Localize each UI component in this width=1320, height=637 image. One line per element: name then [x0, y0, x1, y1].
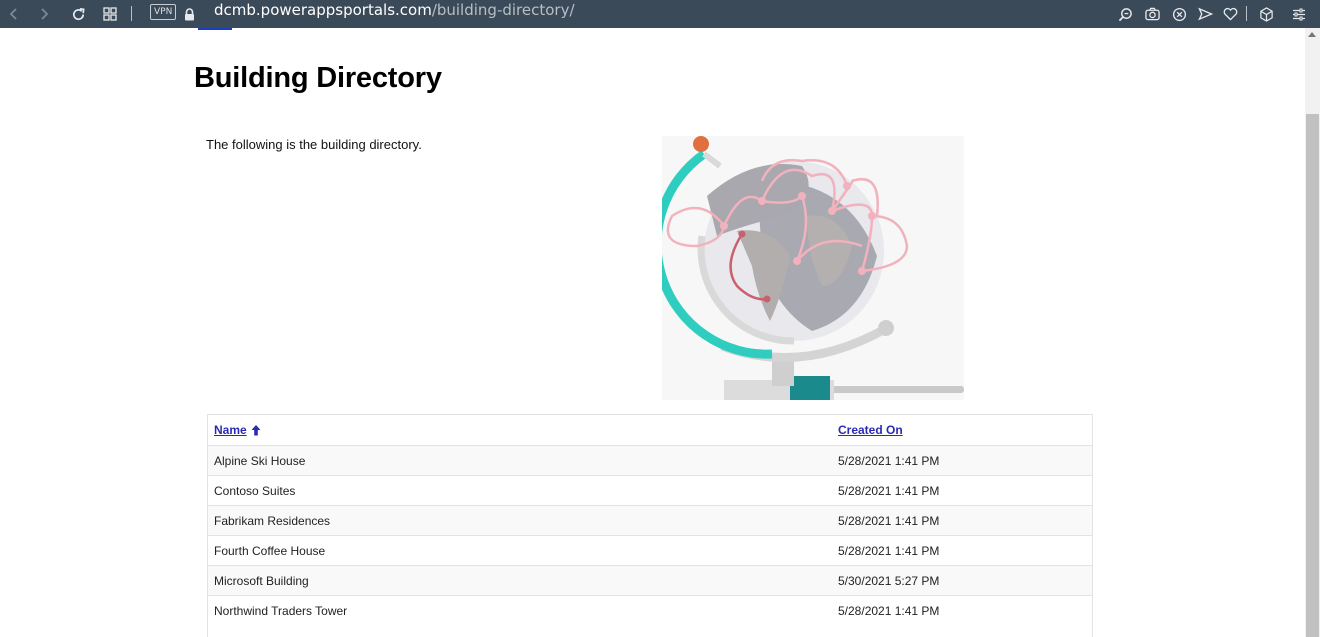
back-icon[interactable]	[6, 0, 22, 28]
menu-sliders-icon[interactable]	[1290, 0, 1308, 28]
table-row[interactable]: Contoso Suites 5/28/2021 1:41 PM	[208, 476, 1092, 506]
url-domain: dcmb.powerappsportals.com	[214, 1, 432, 19]
scrollbar-thumb[interactable]	[1306, 114, 1319, 637]
table-row[interactable]: Fabrikam Residences 5/28/2021 1:41 PM	[208, 506, 1092, 536]
building-directory-table: Name Created On Alpine Ski House 5/28/20…	[207, 414, 1093, 637]
row-name: Fourth Coffee House	[214, 544, 326, 558]
reload-icon[interactable]	[69, 0, 87, 28]
url-path: /building-directory/	[431, 1, 575, 19]
breadcrumb-home-link[interactable]	[198, 28, 232, 30]
created-on-column-header[interactable]: Created On	[838, 415, 903, 445]
box-icon[interactable]	[1257, 0, 1275, 28]
table-row[interactable]: Alpine Ski House 5/28/2021 1:41 PM	[208, 446, 1092, 476]
tab-grid-icon[interactable]	[101, 0, 119, 28]
browser-toolbar: VPN dcmb.powerappsportals.com/building-d…	[0, 0, 1320, 28]
row-name: Alpine Ski House	[214, 454, 306, 468]
toolbar-separator	[1246, 6, 1247, 21]
page-title: Building Directory	[194, 62, 442, 94]
camera-icon[interactable]	[1143, 0, 1161, 28]
row-name: Fabrikam Residences	[214, 514, 331, 528]
address-bar[interactable]: dcmb.powerappsportals.com/building-direc…	[214, 0, 575, 28]
forward-icon[interactable]	[36, 0, 52, 28]
vpn-badge[interactable]: VPN	[150, 4, 177, 20]
row-created-on: 5/28/2021 1:41 PM	[838, 484, 940, 498]
table-row[interactable]: Microsoft Building 5/30/2021 5:27 PM	[208, 566, 1092, 596]
table-row[interactable]: Northwind Traders Tower 5/28/2021 1:41 P…	[208, 596, 1092, 626]
block-icon[interactable]	[1170, 0, 1188, 28]
row-created-on: 5/28/2021 1:41 PM	[838, 454, 940, 468]
table-row[interactable]: Fourth Coffee House 5/28/2021 1:41 PM	[208, 536, 1092, 566]
name-column-header[interactable]: Name	[214, 415, 261, 447]
scroll-up-arrow-icon[interactable]	[1308, 32, 1316, 37]
table-header-row: Name Created On	[208, 415, 1092, 446]
intro-text: The following is the building directory.	[206, 137, 422, 152]
vertical-scrollbar[interactable]	[1305, 28, 1320, 637]
send-icon[interactable]	[1196, 0, 1214, 28]
row-name: Northwind Traders Tower	[214, 604, 348, 618]
globe-illustration	[652, 136, 964, 400]
search-zoom-icon[interactable]	[1116, 0, 1134, 28]
sort-ascending-arrow-icon[interactable]	[251, 417, 261, 447]
heart-icon[interactable]	[1221, 0, 1239, 28]
toolbar-separator	[131, 6, 132, 21]
name-sort-link[interactable]: Name	[214, 423, 247, 437]
row-created-on: 5/28/2021 1:41 PM	[838, 514, 940, 528]
row-created-on: 5/28/2021 1:41 PM	[838, 544, 940, 558]
row-name: Microsoft Building	[214, 574, 309, 588]
created-on-sort-link[interactable]: Created On	[838, 423, 903, 437]
row-created-on: 5/30/2021 5:27 PM	[838, 574, 940, 588]
lock-icon[interactable]	[182, 0, 196, 28]
row-created-on: 5/28/2021 1:41 PM	[838, 604, 940, 618]
row-name: Contoso Suites	[214, 484, 296, 498]
